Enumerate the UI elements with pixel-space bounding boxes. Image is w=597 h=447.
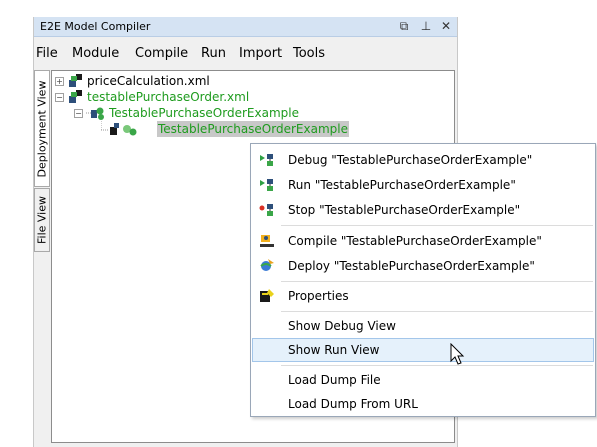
module-icon — [69, 74, 82, 87]
debug-icon — [260, 154, 273, 166]
instance-icon — [101, 121, 137, 136]
tab-file-view-label: File View — [35, 195, 49, 245]
tree-node-label: TestablePurchaseOrderExample — [157, 121, 349, 137]
collapse-icon[interactable]: − — [74, 109, 83, 118]
menu-item-debug-label: Debug "TestablePurchaseOrderExample" — [288, 153, 533, 167]
menu-run[interactable]: Run — [201, 46, 226, 61]
expand-icon[interactable]: + — [55, 77, 64, 86]
pin-window-icon[interactable]: ⊥ — [419, 19, 433, 33]
menu-item-compile[interactable]: Compile "TestablePurchaseOrderExample" — [252, 229, 594, 253]
menu-item-load-dump-from-url[interactable]: Load Dump From URL — [252, 392, 594, 416]
menu-item-show-debug-view-label: Show Debug View — [288, 319, 396, 333]
menu-item-stop-label: Stop "TestablePurchaseOrderExample" — [288, 203, 521, 217]
menu-separator — [281, 281, 593, 282]
menu-item-compile-label: Compile "TestablePurchaseOrderExample" — [288, 234, 542, 248]
close-window-icon[interactable]: ✕ — [439, 19, 453, 33]
window-title: E2E Model Compiler — [40, 20, 151, 33]
properties-icon — [260, 289, 274, 302]
context-menu: Debug "TestablePurchaseOrderExample" Run… — [250, 143, 596, 417]
mouse-cursor-icon — [450, 343, 465, 365]
tree-node-example-group[interactable]: − TestablePurchaseOrderExample — [74, 105, 314, 121]
menu-item-run[interactable]: Run "TestablePurchaseOrderExample" — [252, 173, 594, 197]
tab-deployment-view-label: Deployment View — [35, 80, 49, 177]
application-icon — [86, 107, 104, 120]
menu-item-load-dump-from-url-label: Load Dump From URL — [288, 397, 418, 411]
menu-compile[interactable]: Compile — [135, 46, 188, 61]
tree-node-price-calculation[interactable]: + priceCalculation.xml — [55, 73, 255, 89]
menu-item-debug[interactable]: Debug "TestablePurchaseOrderExample" — [252, 148, 594, 172]
menu-item-run-label: Run "TestablePurchaseOrderExample" — [288, 178, 516, 192]
menu-separator — [281, 311, 593, 312]
stop-icon — [259, 204, 273, 216]
menu-item-properties[interactable]: Properties — [252, 284, 594, 308]
menu-bar: File Module Compile Run Import Tools — [34, 43, 457, 63]
tab-file-view[interactable]: File View — [34, 188, 50, 252]
tree-node-label: TestablePurchaseOrderExample — [109, 106, 299, 120]
menu-item-deploy[interactable]: Deploy "TestablePurchaseOrderExample" — [252, 254, 594, 278]
menu-import[interactable]: Import — [239, 46, 282, 61]
tree-node-example-selected[interactable]: TestablePurchaseOrderExample — [101, 121, 361, 137]
side-tab-strip: Deployment View File View — [34, 70, 51, 447]
menu-separator — [281, 365, 593, 366]
restore-window-icon[interactable]: ⧉ — [397, 19, 411, 33]
menu-file[interactable]: File — [36, 46, 58, 61]
menu-item-stop[interactable]: Stop "TestablePurchaseOrderExample" — [252, 198, 594, 222]
run-icon — [260, 179, 273, 191]
window-titlebar[interactable]: E2E Model Compiler ⧉ ⊥ ✕ — [34, 17, 457, 37]
menu-tools[interactable]: Tools — [293, 46, 325, 61]
tree-node-label: priceCalculation.xml — [87, 74, 210, 88]
tree-node-testable-purchase-order[interactable]: − testablePurchaseOrder.xml — [55, 89, 275, 105]
menu-item-load-dump-file[interactable]: Load Dump File — [252, 368, 594, 392]
menu-item-show-run-view-label: Show Run View — [288, 343, 380, 357]
collapse-icon[interactable]: − — [55, 93, 64, 102]
tab-deployment-view[interactable]: Deployment View — [34, 70, 50, 187]
module-icon — [69, 90, 82, 103]
menu-item-load-dump-file-label: Load Dump File — [288, 373, 381, 387]
tree-node-label: testablePurchaseOrder.xml — [87, 90, 250, 104]
menu-item-properties-label: Properties — [288, 289, 349, 303]
menu-separator — [281, 225, 593, 226]
menu-item-deploy-label: Deploy "TestablePurchaseOrderExample" — [288, 259, 535, 273]
deploy-icon — [260, 259, 274, 271]
menu-item-show-debug-view[interactable]: Show Debug View — [252, 314, 594, 338]
menu-item-show-run-view[interactable]: Show Run View — [252, 338, 594, 362]
menu-module[interactable]: Module — [72, 46, 119, 61]
compile-icon — [260, 235, 274, 247]
